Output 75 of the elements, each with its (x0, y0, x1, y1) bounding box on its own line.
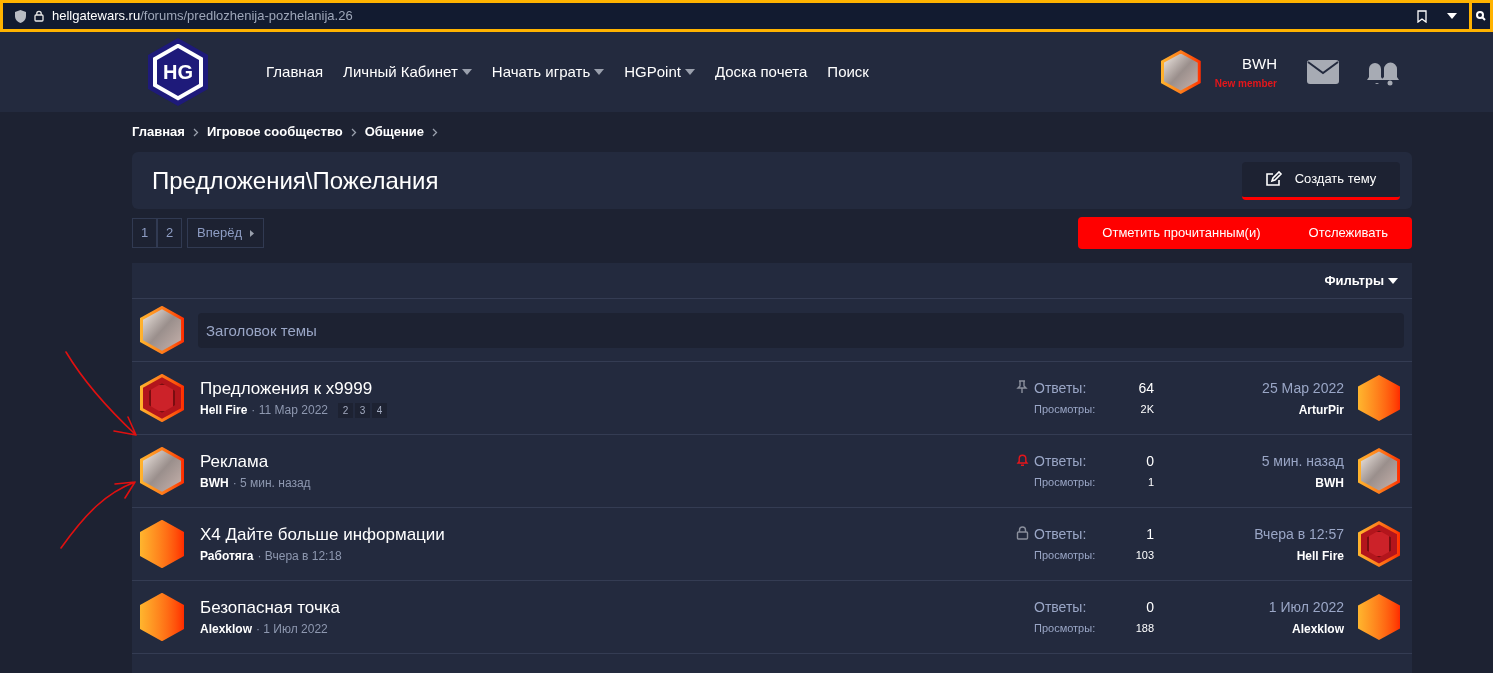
thread-date: · 1 Июл 2022 (256, 621, 328, 638)
thread-title-link[interactable]: Реклама (200, 450, 1012, 474)
views-count: 1 (1146, 475, 1154, 491)
create-topic-button[interactable]: Создать тему (1242, 161, 1400, 200)
views-count: 103 (1135, 548, 1154, 564)
filters-link[interactable]: Фильтры (1324, 270, 1398, 291)
next-page-link[interactable]: Вперёд (187, 218, 264, 248)
page-link[interactable]: 1 (132, 218, 157, 248)
replies-label: Ответы: (1034, 525, 1088, 545)
page-link[interactable]: 3 (355, 402, 370, 418)
replies-count: 1 (1145, 525, 1154, 545)
last-poster-link[interactable]: BWH (1315, 473, 1344, 492)
author-link[interactable]: Работяга (200, 547, 254, 565)
bookmark-icon[interactable] (1417, 9, 1427, 23)
caret-icon (1388, 277, 1398, 284)
nav-link[interactable]: Начать играть (491, 60, 605, 84)
last-poster-link[interactable]: Alexklow (1291, 619, 1344, 638)
views-count: 2K (1139, 402, 1154, 418)
author-link[interactable]: Alexklow (200, 620, 253, 638)
replies-count: 64 (1138, 379, 1154, 399)
replies-label: Ответы: (1034, 598, 1088, 618)
replies-count: 0 (1145, 598, 1154, 618)
last-post-date: 25 Мар 2022 (1262, 378, 1344, 398)
views-count: 188 (1135, 621, 1154, 637)
thread-date: · 11 Мар 2022 (251, 402, 328, 419)
username[interactable]: BWH (1242, 53, 1277, 76)
nav-link[interactable]: HGPoint (624, 60, 695, 84)
nav-link[interactable]: Доска почета (714, 60, 808, 84)
topic-title-field[interactable]: Заголовок темы (198, 312, 1404, 348)
breadcrumb-link[interactable]: Общение (364, 122, 425, 142)
last-post-date: Вчера в 12:57 (1254, 524, 1344, 544)
lock-icon (34, 10, 44, 22)
last-post-date: 5 мин. назад (1261, 451, 1344, 471)
page-link[interactable]: 2 (157, 218, 182, 248)
caret-right-icon (250, 229, 254, 237)
thread-title-link[interactable]: Предложения к x9999 (200, 377, 1012, 401)
page-link[interactable]: 2 (338, 402, 353, 418)
last-poster-link[interactable]: Hell Fire (1296, 546, 1344, 565)
nav-link[interactable]: Личный Кабинет (343, 60, 472, 84)
last-poster-link[interactable]: ArturPir (1298, 400, 1344, 419)
action-link[interactable]: Отметить прочитанным(и) (1102, 223, 1261, 243)
url-text: hellgatewars.ru/forums/predlozhenija-pozhelanija.26 (52, 7, 353, 26)
last-post-date: 1 Июл 2022 (1268, 597, 1344, 617)
envelope-icon[interactable] (1307, 60, 1339, 84)
nav-link[interactable]: Главная (266, 60, 324, 84)
search-box[interactable] (1472, 3, 1490, 29)
caret-icon[interactable] (1447, 13, 1457, 19)
views-label: Просмотры: (1034, 548, 1097, 564)
replies-label: Ответы: (1034, 379, 1088, 399)
author-link[interactable]: BWH (200, 474, 229, 492)
replies-label: Ответы: (1034, 452, 1088, 472)
thread-date: · Вчера в 12:18 (257, 548, 342, 565)
chevron-icon (432, 127, 439, 137)
shield-icon (15, 9, 26, 23)
thread-date: · 5 мин. назад (232, 475, 311, 492)
site-logo[interactable]: HG (148, 38, 208, 106)
search-icon (1476, 11, 1486, 21)
chevron-icon (192, 127, 199, 137)
views-label: Просмотры: (1034, 621, 1097, 637)
edit-icon (1265, 171, 1283, 187)
thread-title-link[interactable]: X4 Дайте больше информации (200, 523, 1012, 547)
replies-count: 0 (1146, 452, 1154, 472)
user-title: New member (1214, 76, 1277, 91)
views-label: Просмотры: (1034, 402, 1097, 418)
page-link[interactable]: 4 (372, 402, 387, 418)
breadcrumb-link[interactable]: Главная (132, 122, 185, 142)
thread-title-link[interactable]: Безопасная точка (200, 596, 1012, 620)
action-link[interactable]: Отслеживать (1308, 223, 1388, 243)
author-link[interactable]: Hell Fire (200, 401, 248, 419)
page-title: Предложения\Пожелания (152, 165, 439, 196)
address-bar[interactable]: hellgatewars.ru/forums/predlozhenija-pozhelanija.26 (3, 3, 1469, 29)
nav-link[interactable]: Поиск (827, 60, 869, 84)
chevron-icon (350, 127, 357, 137)
breadcrumb-link[interactable]: Игровое сообщество (206, 122, 343, 142)
views-label: Просмотры: (1034, 475, 1097, 491)
